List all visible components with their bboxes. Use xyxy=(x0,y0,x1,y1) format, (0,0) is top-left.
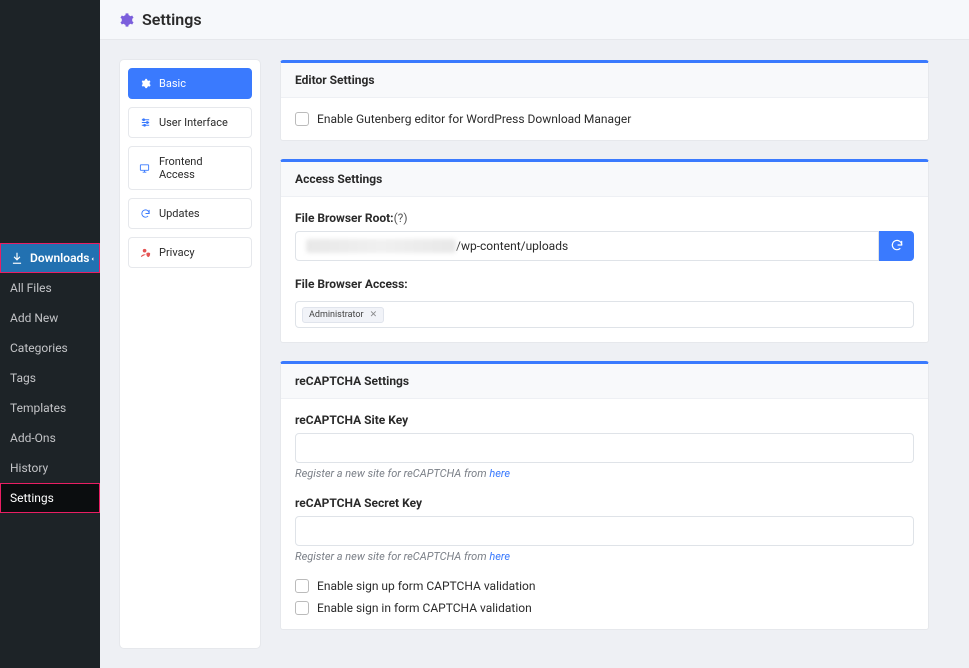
file-root-input[interactable]: hidden /wp-content/uploads xyxy=(295,231,879,261)
gear-icon xyxy=(118,12,134,28)
enable-signin-captcha-checkbox[interactable]: Enable sign in form CAPTCHA validation xyxy=(295,601,914,615)
blurred-path: hidden xyxy=(306,239,456,253)
file-access-label: File Browser Access: xyxy=(295,277,914,291)
sidebar-item-add-ons[interactable]: Add-Ons xyxy=(0,423,100,453)
remove-icon[interactable]: ✕ xyxy=(370,310,378,320)
download-icon xyxy=(10,251,24,265)
recaptcha-register-link[interactable]: here xyxy=(489,467,510,480)
checkbox-input[interactable] xyxy=(295,579,309,593)
sidebar-item-label: Downloads xyxy=(30,251,89,265)
recaptcha-register-link[interactable]: here xyxy=(489,550,510,563)
refresh-button[interactable] xyxy=(879,231,914,261)
sync-icon xyxy=(139,208,151,219)
sidebar-item-settings[interactable]: Settings xyxy=(0,483,100,513)
file-root-label: File Browser Root:(?) xyxy=(295,211,914,225)
sidebar-item-downloads[interactable]: Downloads xyxy=(0,243,100,273)
page-title: Settings xyxy=(142,10,202,29)
desktop-icon xyxy=(139,163,151,174)
checkbox-input[interactable] xyxy=(295,112,309,126)
card-title: Access Settings xyxy=(281,162,928,197)
file-access-select[interactable]: Administrator ✕ xyxy=(295,301,914,328)
tab-updates[interactable]: Updates xyxy=(128,198,252,229)
page-header: Settings xyxy=(100,0,969,40)
sidebar-item-tags[interactable]: Tags xyxy=(0,363,100,393)
chevron-left-icon xyxy=(89,253,96,267)
recaptcha-site-key-input[interactable] xyxy=(295,433,914,463)
user-shield-icon xyxy=(139,247,151,258)
enable-signup-captcha-checkbox[interactable]: Enable sign up form CAPTCHA validation xyxy=(295,579,914,593)
tab-user-interface[interactable]: User Interface xyxy=(128,107,252,138)
recaptcha-hint: Register a new site for reCAPTCHA from h… xyxy=(295,467,914,480)
recaptcha-site-key-label: reCAPTCHA Site Key xyxy=(295,413,914,427)
access-settings-card: Access Settings File Browser Root:(?) hi… xyxy=(280,159,929,343)
sliders-icon xyxy=(139,117,151,128)
sidebar-item-templates[interactable]: Templates xyxy=(0,393,100,423)
settings-tabs: Basic User Interface Frontend Access Upd… xyxy=(120,60,260,648)
recaptcha-secret-key-label: reCAPTCHA Secret Key xyxy=(295,496,914,510)
sidebar-item-history[interactable]: History xyxy=(0,453,100,483)
checkbox-input[interactable] xyxy=(295,601,309,615)
card-title: Editor Settings xyxy=(281,63,928,98)
tab-frontend-access[interactable]: Frontend Access xyxy=(128,146,252,190)
recaptcha-secret-key-input[interactable] xyxy=(295,516,914,546)
enable-gutenberg-checkbox[interactable]: Enable Gutenberg editor for WordPress Do… xyxy=(295,112,914,126)
card-title: reCAPTCHA Settings xyxy=(281,364,928,399)
refresh-icon xyxy=(890,238,904,255)
editor-settings-card: Editor Settings Enable Gutenberg editor … xyxy=(280,60,929,141)
tab-basic[interactable]: Basic xyxy=(128,68,252,99)
sidebar-item-add-new[interactable]: Add New xyxy=(0,303,100,333)
role-token[interactable]: Administrator ✕ xyxy=(302,307,384,323)
sidebar-item-all-files[interactable]: All Files xyxy=(0,273,100,303)
recaptcha-settings-card: reCAPTCHA Settings reCAPTCHA Site Key Re… xyxy=(280,361,929,630)
sidebar-item-categories[interactable]: Categories xyxy=(0,333,100,363)
tab-privacy[interactable]: Privacy xyxy=(128,237,252,268)
recaptcha-hint: Register a new site for reCAPTCHA from h… xyxy=(295,550,914,563)
gear-icon xyxy=(139,78,151,89)
